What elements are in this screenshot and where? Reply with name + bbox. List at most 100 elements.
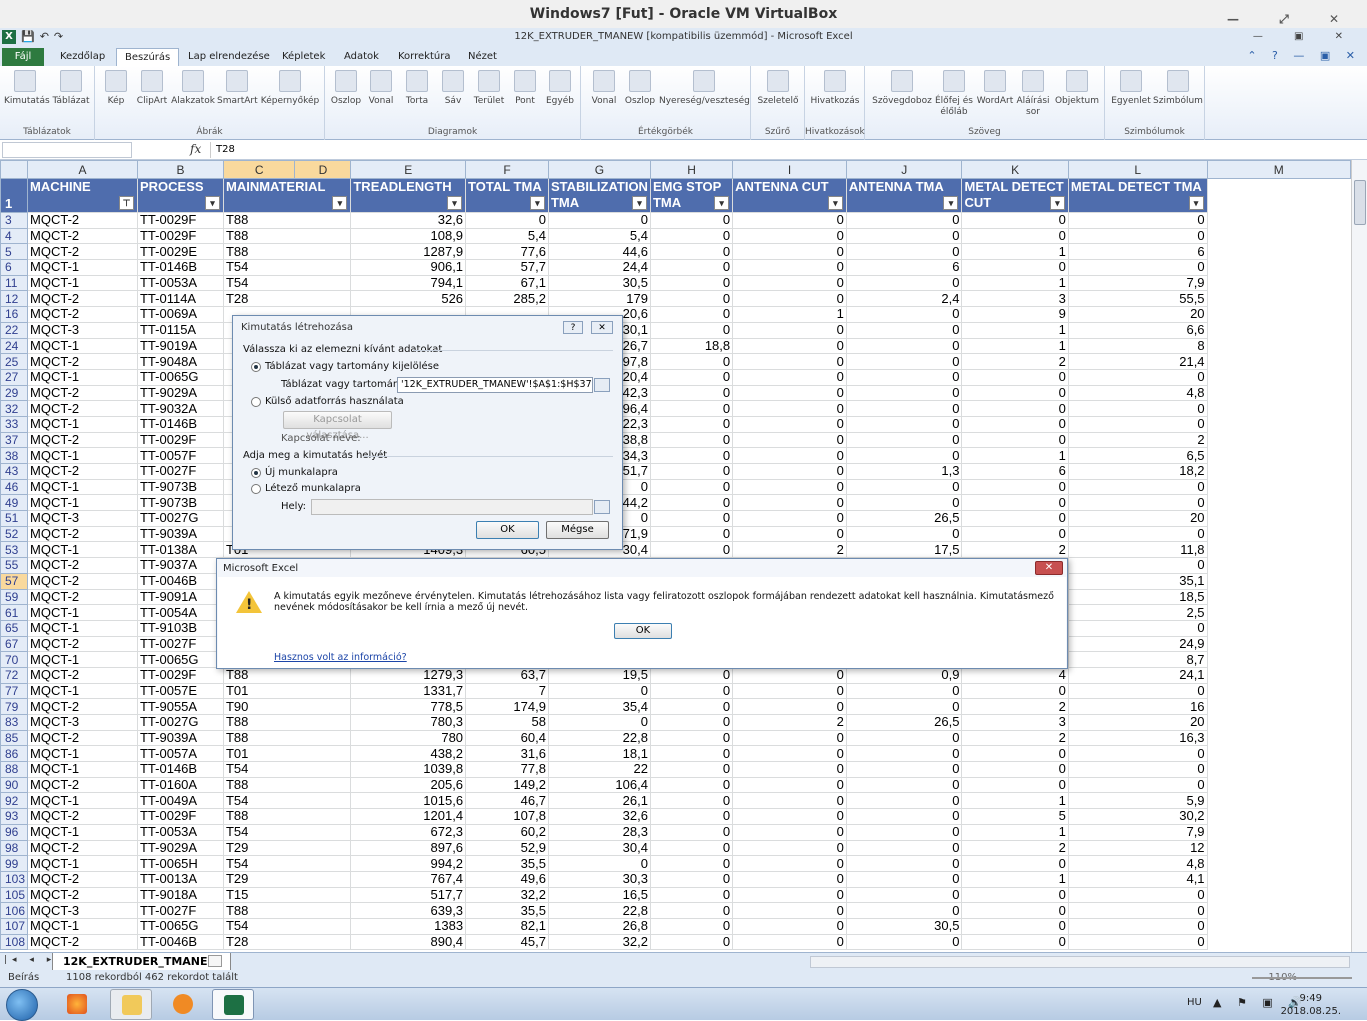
table-cell[interactable]: 0 bbox=[845, 902, 963, 919]
table-cell[interactable]: 0 bbox=[845, 400, 963, 417]
table-cell[interactable]: 0 bbox=[732, 494, 847, 512]
range-input[interactable]: '12K_EXTRUDER_TMANEW'!$A$1:$H$37 bbox=[397, 377, 593, 393]
table-cell[interactable]: 4 bbox=[961, 666, 1069, 684]
undo-icon[interactable]: ↶ bbox=[40, 29, 49, 45]
row-number[interactable]: 3 bbox=[0, 212, 29, 229]
table-cell[interactable]: 7 bbox=[465, 682, 549, 700]
row-number[interactable]: 106 bbox=[0, 902, 29, 919]
table-cell[interactable]: 0 bbox=[732, 227, 847, 245]
table-cell[interactable]: 0 bbox=[845, 682, 963, 700]
table-cell[interactable]: 17,5 bbox=[845, 541, 963, 559]
table-cell[interactable]: 0 bbox=[649, 478, 734, 496]
signature-line-button[interactable]: Aláírási sor bbox=[1015, 70, 1051, 118]
ok-button[interactable]: OK bbox=[476, 521, 539, 539]
table-cell[interactable]: MQCT-2 bbox=[27, 306, 138, 323]
row-number[interactable]: 107 bbox=[0, 917, 29, 935]
table-cell[interactable]: 1383 bbox=[350, 917, 467, 935]
table-cell[interactable]: 32,6 bbox=[547, 808, 651, 825]
table-cell[interactable]: T54 bbox=[222, 761, 352, 778]
table-cell[interactable]: 26,5 bbox=[845, 714, 963, 731]
row-number[interactable]: 27 bbox=[0, 368, 29, 386]
table-cell[interactable]: TT-9039A bbox=[136, 729, 224, 747]
table-cell[interactable]: 26,8 bbox=[547, 917, 651, 935]
table-cell[interactable]: 0 bbox=[1067, 494, 1208, 512]
table-cell[interactable]: TT-0029F bbox=[136, 227, 224, 245]
row-number[interactable]: 49 bbox=[0, 494, 29, 512]
table-cell[interactable]: 9 bbox=[961, 306, 1069, 323]
table-cell[interactable]: T88 bbox=[222, 227, 352, 245]
table-cell[interactable]: 285,2 bbox=[465, 290, 549, 308]
table-cell[interactable]: 1 bbox=[961, 274, 1069, 292]
table-cell[interactable]: 0 bbox=[1067, 415, 1208, 433]
table-cell[interactable]: TT-9048A bbox=[136, 353, 224, 370]
table-cell[interactable]: 0 bbox=[732, 855, 847, 872]
table-cell[interactable]: 0 bbox=[732, 917, 847, 935]
table-cell[interactable]: TT-0013A bbox=[136, 870, 224, 888]
table-cell[interactable]: MQCT-1 bbox=[27, 792, 138, 810]
table-cell[interactable]: 0 bbox=[649, 384, 734, 402]
row-number[interactable]: 25 bbox=[0, 353, 29, 370]
table-cell[interactable]: 6,5 bbox=[1067, 447, 1208, 464]
table-cell[interactable]: MQCT-1 bbox=[27, 541, 138, 559]
clock[interactable]: 9:49 2018.08.25. bbox=[1281, 992, 1341, 1018]
table-cell[interactable]: 0 bbox=[961, 525, 1069, 543]
column-header[interactable]: I bbox=[732, 160, 847, 179]
table-cell[interactable]: 0 bbox=[649, 855, 734, 872]
table-cell[interactable]: T88 bbox=[222, 776, 352, 794]
table-cell[interactable]: MQCT-1 bbox=[27, 604, 138, 621]
slicer-button[interactable]: Szeletelő bbox=[755, 70, 801, 107]
table-cell[interactable]: 0 bbox=[732, 823, 847, 841]
table-cell[interactable]: 16,5 bbox=[547, 886, 651, 904]
table-cell[interactable]: 0 bbox=[961, 384, 1069, 402]
table-cell[interactable]: 2,4 bbox=[845, 290, 963, 308]
table-cell[interactable]: MQCT-2 bbox=[27, 384, 138, 402]
table-cell[interactable]: 0 bbox=[961, 776, 1069, 794]
table-cell[interactable]: 1 bbox=[961, 243, 1069, 261]
table-cell[interactable]: 0 bbox=[649, 870, 734, 888]
table-cell[interactable]: 18,8 bbox=[649, 337, 734, 355]
table-cell[interactable]: 0 bbox=[1067, 933, 1208, 951]
tab-file[interactable]: Fájl bbox=[2, 48, 44, 66]
table-cell[interactable]: MQCT-2 bbox=[27, 557, 138, 574]
table-cell[interactable]: 60,2 bbox=[465, 823, 549, 841]
table-cell[interactable]: T01 bbox=[222, 682, 352, 700]
table-cell[interactable]: 0 bbox=[1067, 776, 1208, 794]
table-cell[interactable]: 0 bbox=[732, 447, 847, 464]
table-cell[interactable]: 0 bbox=[845, 431, 963, 449]
table-cell[interactable]: 8 bbox=[1067, 337, 1208, 355]
table-cell[interactable]: TT-0160A bbox=[136, 776, 224, 794]
table-cell[interactable]: 438,2 bbox=[350, 745, 467, 763]
table-cell[interactable]: 0 bbox=[732, 729, 847, 747]
vertical-scrollbar[interactable] bbox=[1351, 160, 1367, 952]
row-number[interactable]: 70 bbox=[0, 651, 29, 668]
table-cell[interactable]: 2 bbox=[732, 541, 847, 559]
table-cell[interactable]: MQCT-2 bbox=[27, 870, 138, 888]
row-number[interactable]: 93 bbox=[0, 808, 29, 825]
name-box[interactable] bbox=[2, 142, 132, 158]
table-cell[interactable]: T54 bbox=[222, 259, 352, 276]
table-cell[interactable]: T54 bbox=[222, 855, 352, 872]
table-cell[interactable]: 0 bbox=[547, 212, 651, 229]
table-cell[interactable]: TT-0027F bbox=[136, 635, 224, 653]
radio-table-range[interactable] bbox=[251, 362, 261, 372]
table-cell[interactable]: 0 bbox=[961, 478, 1069, 496]
table-cell[interactable]: 35,5 bbox=[465, 902, 549, 919]
table-cell[interactable]: 0 bbox=[732, 839, 847, 857]
table-cell[interactable]: 0 bbox=[649, 776, 734, 794]
table-cell[interactable]: 1279,3 bbox=[350, 666, 467, 684]
table-cell[interactable]: T88 bbox=[222, 714, 352, 731]
table-cell[interactable]: 0 bbox=[732, 933, 847, 951]
table-cell[interactable]: T88 bbox=[222, 729, 352, 747]
table-cell[interactable]: 52,9 bbox=[465, 839, 549, 857]
row-number[interactable]: 90 bbox=[0, 776, 29, 794]
table-cell[interactable]: 19,5 bbox=[547, 666, 651, 684]
column-header[interactable]: M bbox=[1206, 160, 1351, 179]
column-chart-button[interactable]: Oszlop bbox=[329, 70, 363, 107]
header-cell[interactable]: METAL DETECT TMA ▾ bbox=[1067, 178, 1208, 213]
table-cell[interactable]: 0 bbox=[845, 698, 963, 715]
table-cell[interactable]: 77,8 bbox=[465, 761, 549, 778]
row-number[interactable]: 32 bbox=[0, 400, 29, 417]
table-cell[interactable]: TT-9073B bbox=[136, 478, 224, 496]
table-cell[interactable]: TT-0027G bbox=[136, 510, 224, 527]
table-cell[interactable]: TT-9029A bbox=[136, 384, 224, 402]
